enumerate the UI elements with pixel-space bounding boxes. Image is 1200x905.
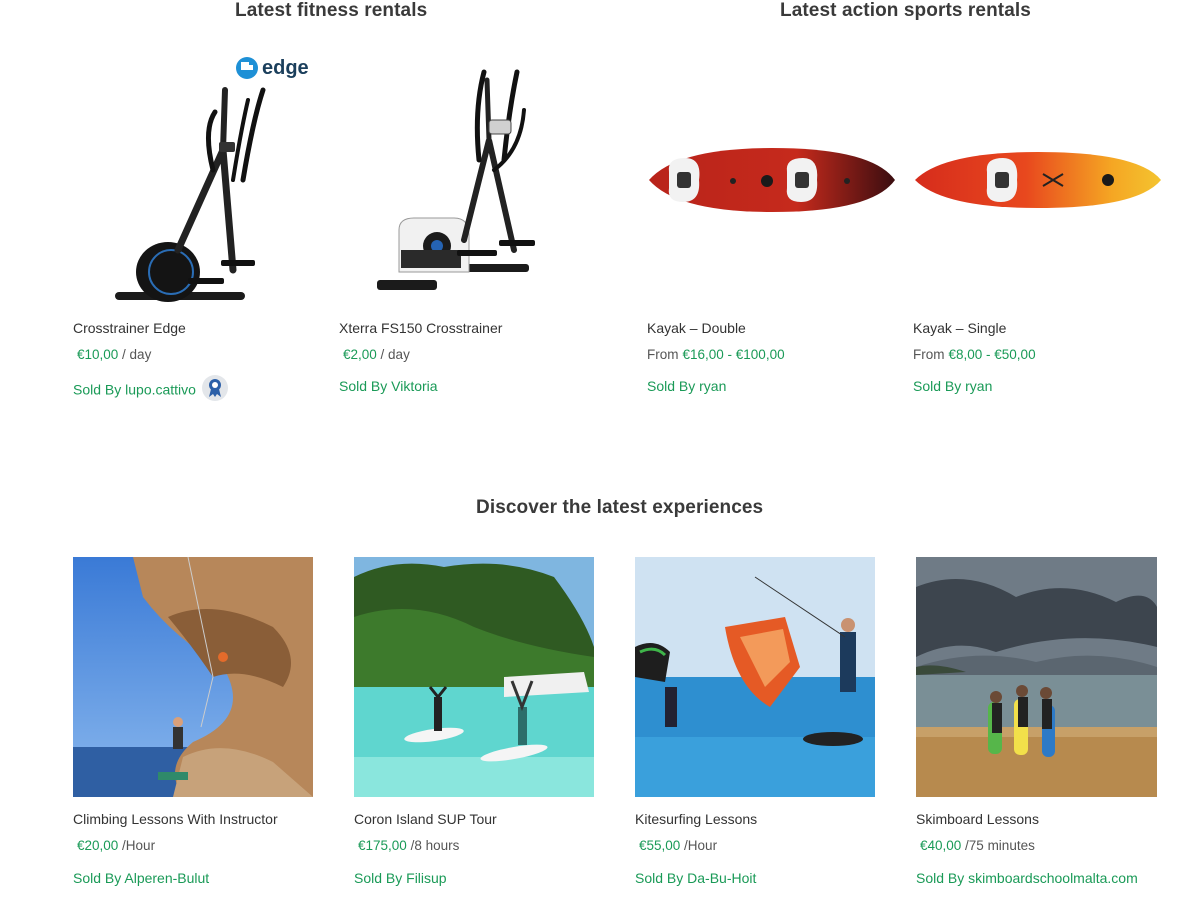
price-amount: €20,00	[77, 838, 119, 853]
seller-link[interactable]: Sold By Filisup	[354, 870, 447, 886]
experience-price: €20,00 /Hour	[77, 838, 155, 853]
seller-link[interactable]: Sold By ryan	[647, 378, 726, 394]
xterra-crosstrainer-image[interactable]	[339, 50, 589, 310]
climbing-image[interactable]	[73, 557, 313, 797]
price-amount: €8,00 - €50,00	[948, 347, 1036, 362]
kayak-double-image[interactable]	[647, 50, 897, 310]
product-card-kayak-single[interactable]: Kayak – Single From €8,00 - €50,00 Sold B…	[913, 50, 1163, 410]
experience-card-skimboard[interactable]: Skimboard Lessons €40,00 /75 minutes Sol…	[916, 557, 1176, 897]
price-amount: €16,00 - €100,00	[682, 347, 785, 362]
seller-link[interactable]: Sold By skimboardschoolmalta.com	[916, 870, 1138, 886]
seller-link[interactable]: Sold By Alperen-Bulut	[73, 870, 209, 886]
experience-title[interactable]: Coron Island SUP Tour	[354, 811, 497, 827]
product-title[interactable]: Crosstrainer Edge	[73, 320, 186, 336]
price-unit: /8 hours	[406, 838, 460, 853]
price-unit: /75 minutes	[961, 838, 1035, 853]
svg-text:edge: edge	[262, 57, 309, 79]
price-unit: /Hour	[118, 838, 156, 853]
price-unit: / day	[376, 347, 410, 362]
action-sports-section-title: Latest action sports rentals	[780, 0, 1031, 21]
kayak-single-image[interactable]	[913, 50, 1163, 310]
product-title[interactable]: Kayak – Double	[647, 320, 746, 336]
crosstrainer-edge-image[interactable]: edge	[73, 50, 323, 310]
price-from-label: From	[913, 347, 945, 362]
edge-brand-logo: edge	[236, 57, 309, 79]
seller-link[interactable]: Sold By Viktoria	[339, 378, 438, 394]
seller-link[interactable]: Sold By lupo.cattivo	[73, 375, 228, 404]
experience-title[interactable]: Skimboard Lessons	[916, 811, 1039, 827]
experience-price: €55,00 /Hour	[639, 838, 717, 853]
price-amount: €175,00	[358, 838, 407, 853]
product-price: €2,00 / day	[343, 347, 410, 362]
product-card-xterra-crosstrainer[interactable]: Xterra FS150 Crosstrainer €2,00 / day So…	[339, 50, 589, 410]
price-amount: €2,00	[343, 347, 377, 362]
experience-title[interactable]: Kitesurfing Lessons	[635, 811, 757, 827]
price-amount: €40,00	[920, 838, 962, 853]
price-amount: €55,00	[639, 838, 681, 853]
experience-price: €175,00 /8 hours	[358, 838, 459, 853]
price-unit: /Hour	[680, 838, 718, 853]
experience-title[interactable]: Climbing Lessons With Instructor	[73, 811, 278, 827]
price-amount: €10,00	[77, 347, 119, 362]
kitesurfing-image[interactable]	[635, 557, 875, 797]
experience-price: €40,00 /75 minutes	[920, 838, 1035, 853]
experience-card-kitesurfing[interactable]: Kitesurfing Lessons €55,00 /Hour Sold By…	[635, 557, 885, 897]
sup-tour-image[interactable]	[354, 557, 594, 797]
product-price: From €16,00 - €100,00	[647, 347, 785, 362]
verified-seller-badge-icon	[201, 375, 228, 401]
experiences-section-title: Discover the latest experiences	[476, 497, 764, 518]
price-unit: / day	[118, 347, 152, 362]
seller-link[interactable]: Sold By Da-Bu-Hoit	[635, 870, 756, 886]
skimboard-image[interactable]	[916, 557, 1157, 797]
fitness-section-title: Latest fitness rentals	[235, 0, 428, 21]
product-price: From €8,00 - €50,00	[913, 347, 1036, 362]
seller-link[interactable]: Sold By ryan	[913, 378, 992, 394]
seller-name[interactable]: Sold By lupo.cattivo	[73, 382, 196, 398]
product-title[interactable]: Kayak – Single	[913, 320, 1006, 336]
product-title[interactable]: Xterra FS150 Crosstrainer	[339, 320, 502, 336]
product-card-crosstrainer-edge[interactable]: edge Crosstrainer Edge €10,00 / day Sold…	[73, 50, 323, 410]
experience-card-sup-tour[interactable]: Coron Island SUP Tour €175,00 /8 hours S…	[354, 557, 604, 897]
product-price: €10,00 / day	[77, 347, 151, 362]
experience-card-climbing[interactable]: Climbing Lessons With Instructor €20,00 …	[73, 557, 323, 897]
product-card-kayak-double[interactable]: Kayak – Double From €16,00 - €100,00 Sold…	[647, 50, 897, 410]
price-from-label: From	[647, 347, 679, 362]
